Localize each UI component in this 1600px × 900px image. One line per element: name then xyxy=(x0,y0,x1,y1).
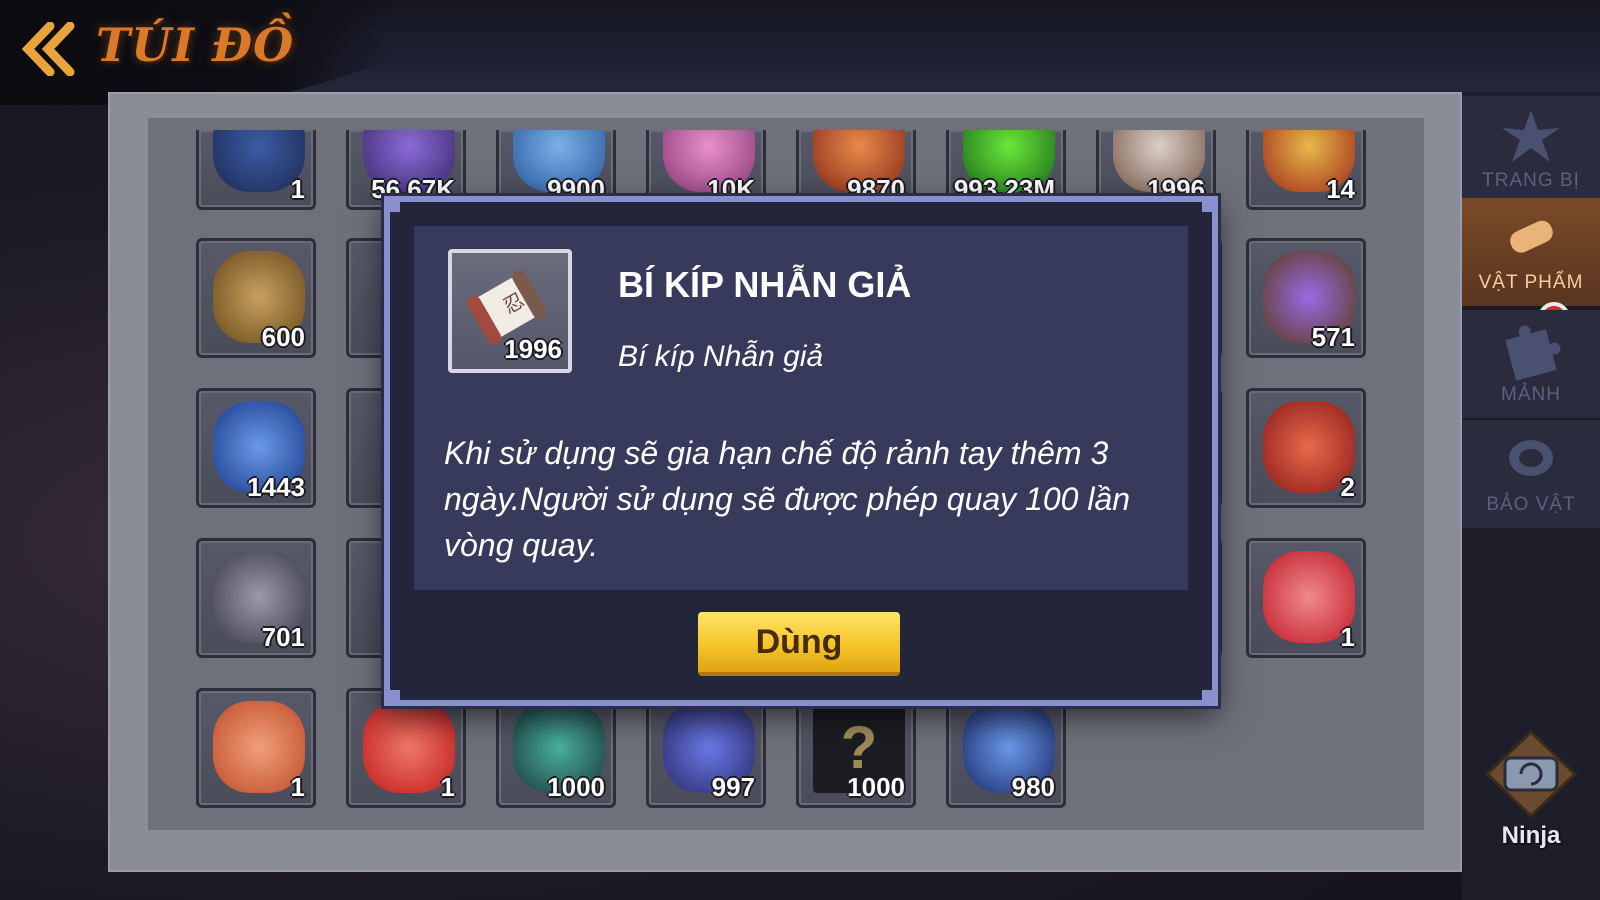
item-name: BÍ KÍP NHẪN GIẢ xyxy=(618,264,912,305)
tab-vat-pham[interactable]: VẬT PHẨM xyxy=(1462,198,1600,308)
item-description: Khi sử dụng sẽ gia hạn chế độ rảnh tay t… xyxy=(444,435,1131,563)
modal-corner xyxy=(390,690,400,700)
tab-label: BẢO VẬT xyxy=(1486,494,1576,515)
item-count: 571 xyxy=(1311,322,1355,352)
item-count: 1 xyxy=(1340,622,1355,652)
treasure-icon xyxy=(1509,440,1553,476)
ninja-headband-icon xyxy=(1484,729,1578,819)
item-subtitle: Bí kíp Nhẫn giả xyxy=(618,340,824,373)
inventory-slot[interactable]: 701 xyxy=(196,538,316,658)
item-count: 1000 xyxy=(847,772,905,802)
tab-bao-vat[interactable]: BẢO VẬT xyxy=(1462,420,1600,530)
back-button[interactable] xyxy=(18,20,80,78)
item-count: 1 xyxy=(290,174,305,204)
item-count: 980 xyxy=(1011,772,1055,802)
shuriken-icon xyxy=(1502,110,1560,162)
inventory-slot[interactable]: 997 xyxy=(646,688,766,808)
tab-trang-bi[interactable]: TRANG BỊ xyxy=(1462,96,1600,206)
ninja-button[interactable]: Ninja xyxy=(1476,728,1586,858)
page-title: TÚI ĐỒ xyxy=(96,18,295,72)
item-count: 997 xyxy=(711,772,755,802)
inventory-slot[interactable]: 1 xyxy=(1246,538,1366,658)
inventory-slot[interactable] xyxy=(346,238,386,358)
inventory-slot[interactable]: 14 xyxy=(1246,130,1366,210)
inventory-slot[interactable]: 600 xyxy=(196,238,316,358)
tab-label: TRANG BỊ xyxy=(1482,170,1580,191)
tab-label: VẬT PHẨM xyxy=(1478,272,1584,293)
item-count: 600 xyxy=(261,322,305,352)
inventory-slot[interactable]: 1 xyxy=(196,130,316,210)
scroll-icon xyxy=(1510,220,1553,253)
modal-corner xyxy=(390,202,400,212)
item-count: 1000 xyxy=(547,772,605,802)
inventory-slot[interactable]: 980 xyxy=(946,688,1066,808)
modal-corner xyxy=(1202,690,1212,700)
inventory-slot[interactable] xyxy=(346,538,386,658)
inventory-slot[interactable]: 2 xyxy=(1246,388,1366,508)
item-count: 2 xyxy=(1340,472,1355,502)
item-count: 1 xyxy=(290,772,305,802)
tab-manh[interactable]: MẢNH xyxy=(1462,310,1600,420)
inventory-slot[interactable]: 1 xyxy=(196,688,316,808)
item-icon-box: 忍 1996 xyxy=(448,249,572,373)
inventory-slot[interactable]: 1 xyxy=(346,688,466,808)
item-count: 701 xyxy=(261,622,305,652)
item-count: 1996 xyxy=(504,334,562,364)
double-chevron-left-icon xyxy=(21,22,75,76)
inventory-slot[interactable]: 1000 xyxy=(496,688,616,808)
modal-corner xyxy=(1202,202,1212,212)
inventory-slot[interactable]: 571 xyxy=(1246,238,1366,358)
item-count: 1 xyxy=(440,772,455,802)
inventory-slot[interactable] xyxy=(346,388,386,508)
item-count: 1443 xyxy=(247,472,305,502)
puzzle-piece-icon xyxy=(1505,325,1561,380)
use-button[interactable]: Dùng xyxy=(698,612,900,676)
inventory-slot[interactable]: 1443 xyxy=(196,388,316,508)
inventory-slot[interactable]: ? 1000 xyxy=(796,688,916,808)
tab-label: MẢNH xyxy=(1501,384,1561,405)
item-count: 14 xyxy=(1326,174,1355,204)
ninja-label: Ninja xyxy=(1501,822,1561,849)
